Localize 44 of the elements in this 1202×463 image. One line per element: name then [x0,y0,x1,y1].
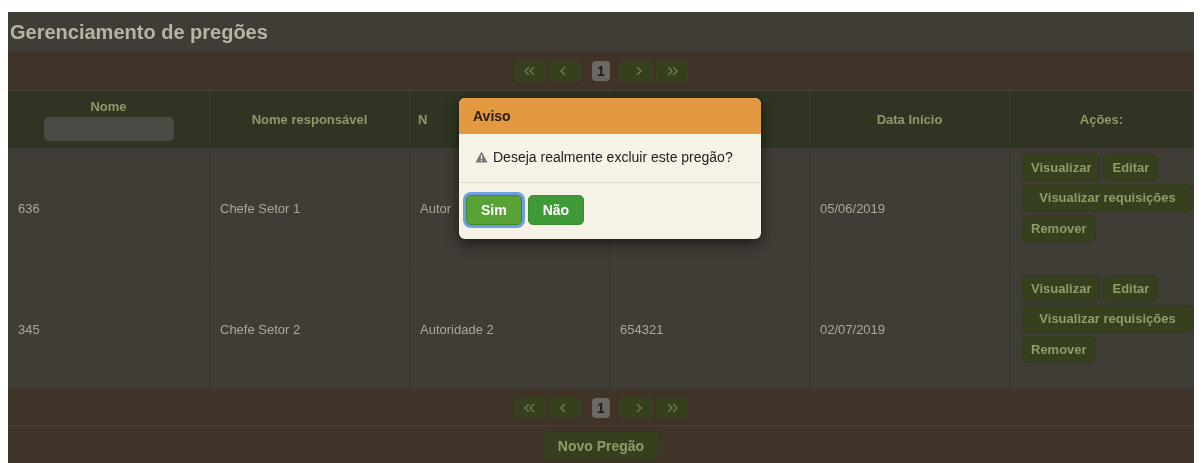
column-label: Data Início [876,112,943,127]
column-label: N [417,112,428,127]
dialog-message: Deseja realmente excluir este pregão? [493,149,733,165]
first-page-icon [524,67,536,75]
last-page-button[interactable] [656,61,688,81]
table-cell: 345 [18,321,40,337]
table-cell: Autor [420,200,452,216]
table-cell: 636 [18,200,40,216]
previous-page-button[interactable] [550,397,582,418]
action-button[interactable]: Visualizar requisições [1022,305,1193,333]
first-page-icon [524,403,536,412]
action-button[interactable]: Editar [1103,154,1159,181]
action-button[interactable]: Visualizar [1022,154,1101,181]
table-cell: Chefe Setor 2 [220,321,301,337]
first-page-button[interactable] [514,397,546,418]
page-number-button[interactable]: 1 [592,61,610,81]
action-button[interactable]: Visualizar requisições [1022,184,1193,212]
action-button[interactable]: Remover [1022,215,1096,242]
dialog-title: Aviso [459,98,761,134]
page-title: Gerenciamento de pregões [9,19,269,45]
table-cell: 05/06/2019 [820,200,886,216]
next-page-button[interactable] [620,61,652,81]
last-page-icon [666,403,678,412]
column-label: Ações: [1079,112,1124,127]
warning-icon [475,151,488,163]
table-cell: 654321 [620,321,664,337]
action-button[interactable]: Visualizar [1022,275,1101,302]
action-button[interactable]: Editar [1103,275,1159,302]
previous-page-button[interactable] [550,61,582,81]
dialog-button[interactable]: Sim [466,195,522,225]
new-button[interactable]: Novo Pregão [542,431,660,461]
next-page-button[interactable] [620,397,652,418]
column-label: Nome [90,98,127,114]
table-cell: Autoridade 2 [420,321,494,337]
action-button[interactable]: Remover [1022,336,1096,363]
name-filter-field[interactable] [43,116,174,141]
page-number-button[interactable]: 1 [592,397,610,418]
table-cell: Chefe Setor 1 [220,200,301,216]
column-label: Nome responsável [251,112,368,127]
table-cell: 02/07/2019 [820,321,886,337]
first-page-button[interactable] [514,61,546,81]
dialog-button[interactable]: Não [527,195,585,225]
last-page-icon [666,67,678,75]
last-page-button[interactable] [656,397,688,418]
